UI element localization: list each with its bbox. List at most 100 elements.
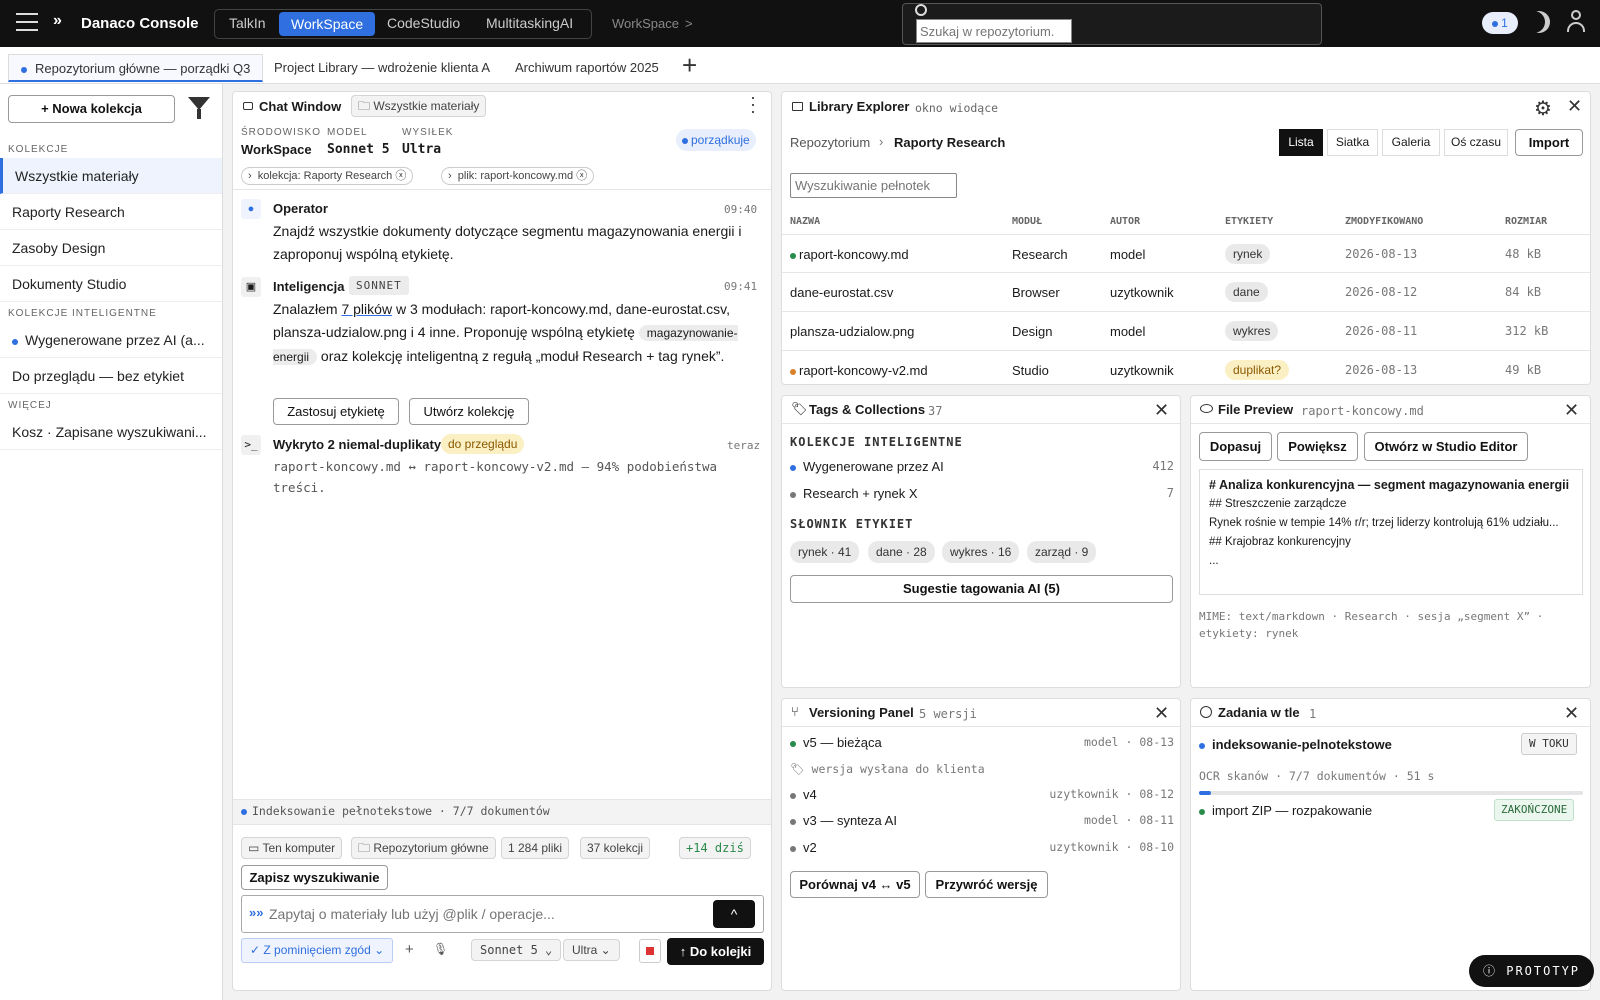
user-icon[interactable] bbox=[1564, 10, 1588, 36]
table-row[interactable]: dane-eurostat.csv Browser uzytkownik dan… bbox=[782, 273, 1590, 312]
sidebar-item-ai[interactable]: Wygenerowane przez AI (a... bbox=[0, 322, 222, 358]
sidebar-item-zasoby[interactable]: Zasoby Design bbox=[0, 230, 222, 266]
close-icon[interactable]: ✕ bbox=[1154, 401, 1169, 419]
fulltext-search-input[interactable] bbox=[790, 173, 957, 198]
close-icon[interactable]: ✕ bbox=[1564, 704, 1579, 722]
mode-workspace[interactable]: WorkSpace bbox=[279, 12, 376, 36]
ai-tagging-button[interactable]: Sugestie tagowania AI (5) bbox=[790, 575, 1173, 603]
message-text-part: Znalazłem bbox=[273, 301, 342, 317]
restore-version-button[interactable]: Przywróć wersję bbox=[925, 871, 1048, 898]
tags-collections-panel: 🏷 Tags & Collections 37 ✕ KOLEKCJE INTEL… bbox=[781, 395, 1181, 688]
chat-scope[interactable]: 🗀 Wszystkie materiały bbox=[351, 95, 487, 117]
col-autor[interactable]: AUTOR bbox=[1110, 216, 1140, 227]
job-progress-track bbox=[1199, 791, 1583, 795]
sidebar-item-raporty[interactable]: Raporty Research bbox=[0, 194, 222, 230]
job-import[interactable]: import ZIP — rozpakowanie bbox=[1199, 803, 1372, 818]
job-indexing[interactable]: indeksowanie-pelnotekstowe bbox=[1199, 737, 1392, 752]
mode-talkin[interactable]: TalkIn bbox=[229, 15, 266, 31]
fit-button[interactable]: Dopasuj bbox=[1199, 432, 1272, 461]
tab-project-library[interactable]: Project Library — wdrożenie klienta A bbox=[262, 54, 502, 82]
chevron-right-icon: › bbox=[879, 134, 884, 149]
notification-badge[interactable]: 1 bbox=[1482, 12, 1518, 34]
effort-select[interactable]: Ultra ⌄ bbox=[563, 939, 620, 961]
logo-icon: » bbox=[53, 12, 62, 29]
open-studio-editor-button[interactable]: Otwórz w Studio Editor bbox=[1364, 432, 1528, 461]
col-modul[interactable]: MODUŁ bbox=[1012, 216, 1042, 227]
zoom-button[interactable]: Powiększ bbox=[1277, 432, 1358, 461]
expand-icon[interactable]: ^ bbox=[713, 900, 755, 928]
file-tag[interactable]: dane bbox=[1225, 282, 1268, 302]
crumb-repo[interactable]: Repozytorium bbox=[790, 135, 870, 150]
col-nazwa[interactable]: NAZWA bbox=[790, 216, 820, 227]
tab-archiwum[interactable]: Archiwum raportów 2025 bbox=[503, 54, 671, 82]
tag-chip-rynek[interactable]: rynek · 41 bbox=[790, 541, 860, 563]
close-icon[interactable]: ⓧ bbox=[576, 170, 587, 182]
mode-codestudio[interactable]: CodeStudio bbox=[387, 15, 460, 31]
sidebar-item-do-przegladu[interactable]: Do przeglądu — bez etykiet bbox=[0, 358, 222, 394]
smart-collection-research[interactable]: Research + rynek X 7 bbox=[790, 486, 1174, 501]
import-button[interactable]: Import bbox=[1515, 129, 1583, 156]
col-rozmiar[interactable]: ROZMIAR bbox=[1505, 216, 1547, 227]
add-tab-icon[interactable]: + bbox=[682, 50, 697, 81]
close-icon[interactable]: ✕ bbox=[1567, 97, 1582, 115]
file-size: 49 kB bbox=[1505, 363, 1542, 377]
chat-input[interactable] bbox=[269, 902, 689, 926]
col-zmodyfikowano[interactable]: ZMODYFIKOWANO bbox=[1345, 216, 1423, 227]
source-computer[interactable]: ▭ Ten komputer bbox=[241, 837, 343, 859]
model-select[interactable]: Sonnet 5 ⌄ bbox=[471, 939, 562, 961]
file-count-link[interactable]: 7 plików bbox=[341, 301, 392, 317]
file-tag-warning[interactable]: duplikat? bbox=[1225, 360, 1290, 380]
tab-repozytorium[interactable]: Repozytorium główne — porządki Q3 bbox=[8, 54, 264, 82]
context-chip-kolekcja[interactable]: › kolekcja: Raporty Research ⓧ bbox=[241, 167, 414, 185]
version-item[interactable]: v3 — synteza AI model · 08-11 bbox=[790, 813, 1174, 828]
new-collection-button[interactable]: + Nowa kolekcja bbox=[8, 95, 175, 123]
gear-icon[interactable]: ⚙ bbox=[1534, 96, 1552, 121]
sidebar-item-dokumenty[interactable]: Dokumenty Studio bbox=[0, 266, 222, 302]
message-author: Inteligencja bbox=[273, 279, 345, 294]
col-etykiety[interactable]: ETYKIETY bbox=[1225, 216, 1273, 227]
compare-versions-button[interactable]: Porównaj v4 ↔ v5 bbox=[790, 871, 920, 898]
save-search-button[interactable]: Zapisz wyszukiwanie bbox=[241, 865, 388, 890]
source-repo[interactable]: 🗀 Repozytorium główne bbox=[351, 837, 496, 859]
tag-chip-wykres[interactable]: wykres · 16 bbox=[942, 541, 1020, 563]
prototype-badge[interactable]: ⓘ PROTOTYP bbox=[1469, 955, 1595, 987]
mode-multitasking[interactable]: MultitaskingAI bbox=[486, 15, 573, 31]
version-item[interactable]: v2 uzytkownik · 08-10 bbox=[790, 840, 1174, 855]
view-os-czasu[interactable]: Oś czasu bbox=[1444, 129, 1508, 156]
view-siatka[interactable]: Siatka bbox=[1327, 129, 1378, 156]
context-chip-plik[interactable]: › plik: raport-koncowy.md ⓧ bbox=[441, 167, 595, 185]
tag-chip-zarzad[interactable]: zarząd · 9 bbox=[1027, 541, 1097, 563]
create-collection-button[interactable]: Utwórz kolekcję bbox=[409, 398, 529, 425]
menu-icon[interactable] bbox=[16, 12, 38, 31]
version-item[interactable]: v4 uzytkownik · 08-12 bbox=[790, 787, 1174, 802]
table-row[interactable]: raport-koncowy.md Research model rynek 2… bbox=[782, 234, 1590, 273]
view-galeria[interactable]: Galeria bbox=[1382, 129, 1440, 156]
view-lista[interactable]: Lista bbox=[1279, 129, 1323, 156]
sidebar-item-wszystkie[interactable]: Wszystkie materiały bbox=[0, 158, 222, 194]
enqueue-button[interactable]: ↑ Do kolejki bbox=[667, 938, 764, 965]
library-explorer: Library Explorer okno wiodące ⚙ ✕ Repozy… bbox=[781, 91, 1591, 385]
version-item[interactable]: v5 — bieżąca model · 08-13 bbox=[790, 735, 1174, 750]
tag-chip-dane[interactable]: dane · 28 bbox=[868, 541, 935, 563]
close-icon[interactable]: ⓧ bbox=[395, 170, 406, 182]
table-row[interactable]: raport-koncowy-v2.md Studio uzytkownik d… bbox=[782, 351, 1590, 384]
stop-icon[interactable] bbox=[639, 939, 661, 963]
moon-icon[interactable] bbox=[1528, 11, 1550, 33]
more-icon[interactable]: · · · bbox=[750, 92, 756, 120]
file-tag[interactable]: wykres bbox=[1225, 321, 1279, 341]
mic-icon[interactable]: 🎙 bbox=[433, 942, 448, 956]
section-inteligentne: KOLEKCJE INTELIGENTNE bbox=[8, 308, 157, 319]
model-select-label: Sonnet 5 bbox=[480, 943, 538, 957]
close-icon[interactable]: ✕ bbox=[1154, 704, 1169, 722]
sidebar-item-kosz[interactable]: Kosz · Zapisane wyszukiwani... bbox=[0, 414, 222, 450]
close-icon[interactable]: ✕ bbox=[1564, 401, 1579, 419]
table-row[interactable]: plansza-udzialow.png Design model wykres… bbox=[782, 312, 1590, 351]
apply-tag-button[interactable]: Zastosuj etykietę bbox=[273, 398, 399, 425]
breadcrumb[interactable]: WorkSpace bbox=[612, 16, 679, 31]
permission-select[interactable]: ✓ Z pominięciem zgód ⌄ bbox=[241, 938, 394, 963]
tags-count: 37 bbox=[928, 404, 943, 418]
smart-collection-ai[interactable]: Wygenerowane przez AI 412 bbox=[790, 459, 1174, 474]
global-search-input[interactable] bbox=[916, 19, 1072, 43]
file-tag[interactable]: rynek bbox=[1225, 244, 1271, 264]
add-icon[interactable]: + bbox=[405, 941, 414, 958]
